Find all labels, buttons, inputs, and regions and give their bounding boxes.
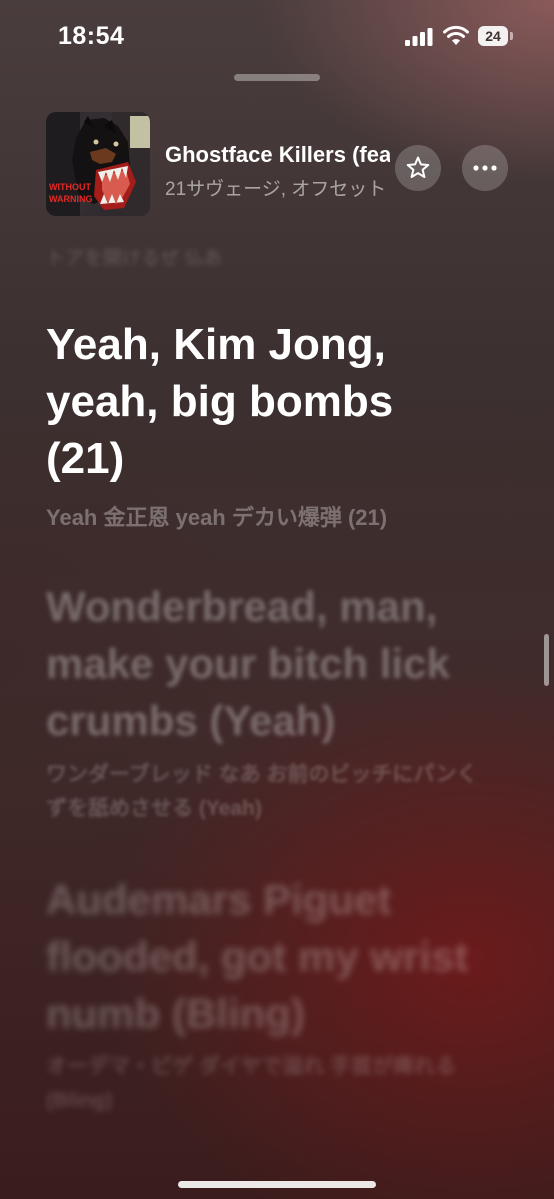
track-artist: 21サヴェージ, オフセット & メトロ・ブーミン (165, 179, 390, 200)
current-lyric-translation: Yeah 金正恩 yeah デカい爆弾 (21) (46, 505, 388, 530)
svg-text:WARNING: WARNING (49, 194, 93, 204)
more-button[interactable] (462, 145, 508, 191)
favorite-button[interactable] (395, 145, 441, 191)
sheet-grabber[interactable] (234, 74, 320, 81)
next-lyric-line[interactable]: Wonderbread, man, make your bitch lick c… (46, 578, 486, 749)
later-lyric-translation: オーデマ・ピゲ ダイヤで溢れ 手首が痺れる (Bling) (46, 1055, 457, 1112)
battery-icon: 24 (478, 26, 514, 46)
track-title: Ghostface Killers (feat. Travis Scott) (165, 142, 390, 167)
track-info[interactable]: Ghostface Killers (feat. Travis Scott) 2… (165, 142, 390, 202)
album-art-image: WITHOUT WARNING (46, 112, 150, 216)
later-lyric-line[interactable]: Audemars Piguet flooded, got my wrist nu… (46, 871, 486, 1042)
battery-level: 24 (485, 28, 501, 44)
home-indicator[interactable] (178, 1181, 376, 1188)
next-lyric-translation: ワンダーブレッド なあ お前のビッチにパンくずを舐めさせる (Yeah) (46, 763, 478, 820)
status-time: 18:54 (58, 22, 125, 50)
svg-text:WITHOUT: WITHOUT (49, 182, 91, 192)
current-lyric-line[interactable]: Yeah, Kim Jong, yeah, big bombs (21) (46, 316, 426, 487)
status-bar: 18:54 24 (0, 0, 554, 72)
album-art[interactable]: WITHOUT WARNING (46, 112, 150, 216)
previous-lyric-translation[interactable]: トアを開けるぜ 仏あ (46, 243, 222, 270)
ellipsis-icon (473, 165, 497, 171)
cellular-signal-icon (405, 28, 433, 46)
star-icon (406, 156, 430, 178)
wifi-icon (443, 25, 469, 45)
scroll-indicator[interactable] (544, 634, 549, 686)
